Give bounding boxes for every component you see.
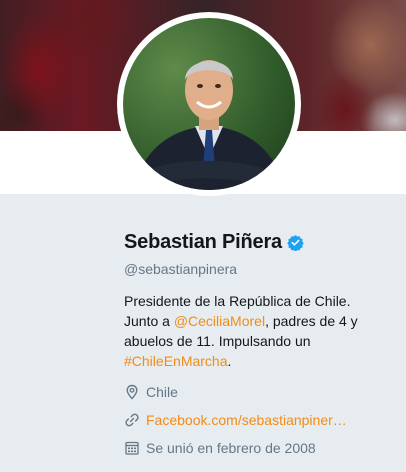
bio-text: Junto a <box>124 313 174 329</box>
profile-bio: Presidente de la República de Chile. Jun… <box>124 291 392 371</box>
verified-badge-icon <box>287 234 304 252</box>
profile-name[interactable]: Sebastian Piñera <box>124 231 282 254</box>
calendar-icon <box>124 440 140 456</box>
hashtag-link[interactable]: #ChileEnMarcha <box>124 353 228 369</box>
profile-location: Chile <box>124 384 178 400</box>
location-pin-icon <box>124 384 140 400</box>
avatar-portrait <box>133 60 285 190</box>
join-date-text: Se unió en febrero de 2008 <box>146 440 316 456</box>
link-icon <box>124 412 140 428</box>
profile-website[interactable]: Facebook.com/sebastianpiner… <box>124 412 347 428</box>
bio-line: Junto a @CeciliaMorel, padres de 4 y abu… <box>124 311 392 371</box>
profile-handle[interactable]: @sebastianpinera <box>124 261 237 277</box>
bio-text: . <box>227 353 232 369</box>
mention-link[interactable]: @CeciliaMorel <box>174 313 265 329</box>
profile-name-row: Sebastian Piñera <box>124 231 304 254</box>
avatar[interactable] <box>123 18 295 190</box>
website-link[interactable]: Facebook.com/sebastianpiner… <box>146 412 347 428</box>
profile-join-date: Se unió en febrero de 2008 <box>124 440 316 456</box>
bio-line: Presidente de la República de Chile. <box>124 293 351 309</box>
location-text: Chile <box>146 384 178 400</box>
